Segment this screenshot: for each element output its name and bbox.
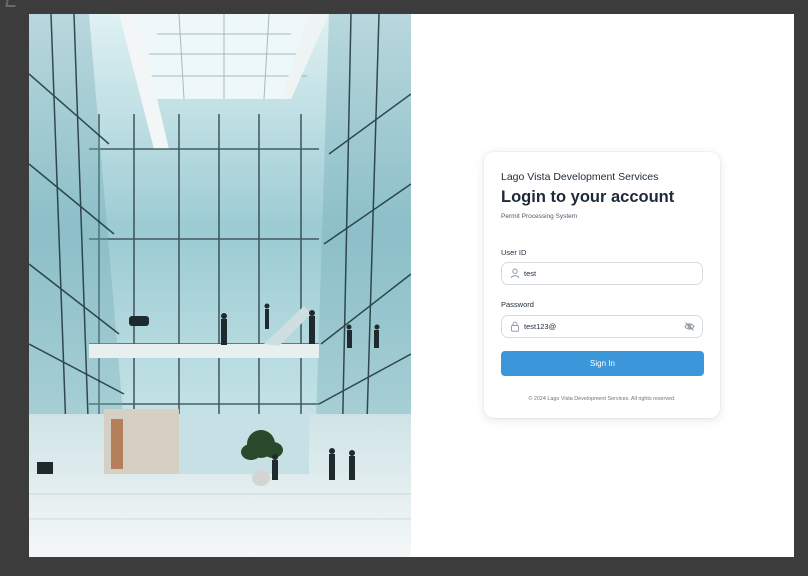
atrium-illustration bbox=[29, 14, 411, 557]
sign-in-button[interactable]: Sign In bbox=[501, 351, 704, 376]
eye-off-icon[interactable] bbox=[684, 321, 695, 332]
org-name: Lago Vista Development Services bbox=[501, 171, 659, 183]
lock-icon bbox=[511, 321, 519, 332]
login-card: Lago Vista Development Services Login to… bbox=[484, 152, 720, 418]
page-title: Login to your account bbox=[501, 188, 675, 206]
userid-value: test bbox=[524, 269, 537, 278]
menu-glyph-icon bbox=[5, 0, 17, 7]
password-value: test123@ bbox=[524, 322, 557, 331]
hero-image bbox=[29, 14, 411, 557]
userid-label: User ID bbox=[501, 248, 527, 257]
copyright-text: © 2024 Lago Vista Development Services. … bbox=[528, 396, 676, 402]
userid-field[interactable]: test bbox=[501, 262, 703, 285]
user-icon bbox=[510, 268, 520, 279]
browser-topbar bbox=[0, 0, 808, 14]
password-label: Password bbox=[501, 300, 534, 309]
page-subtitle: Permit Processing System bbox=[501, 213, 578, 220]
password-field[interactable]: test123@ bbox=[501, 315, 703, 338]
login-panel: Lago Vista Development Services Login to… bbox=[411, 14, 794, 557]
login-page: Lago Vista Development Services Login to… bbox=[29, 14, 794, 557]
